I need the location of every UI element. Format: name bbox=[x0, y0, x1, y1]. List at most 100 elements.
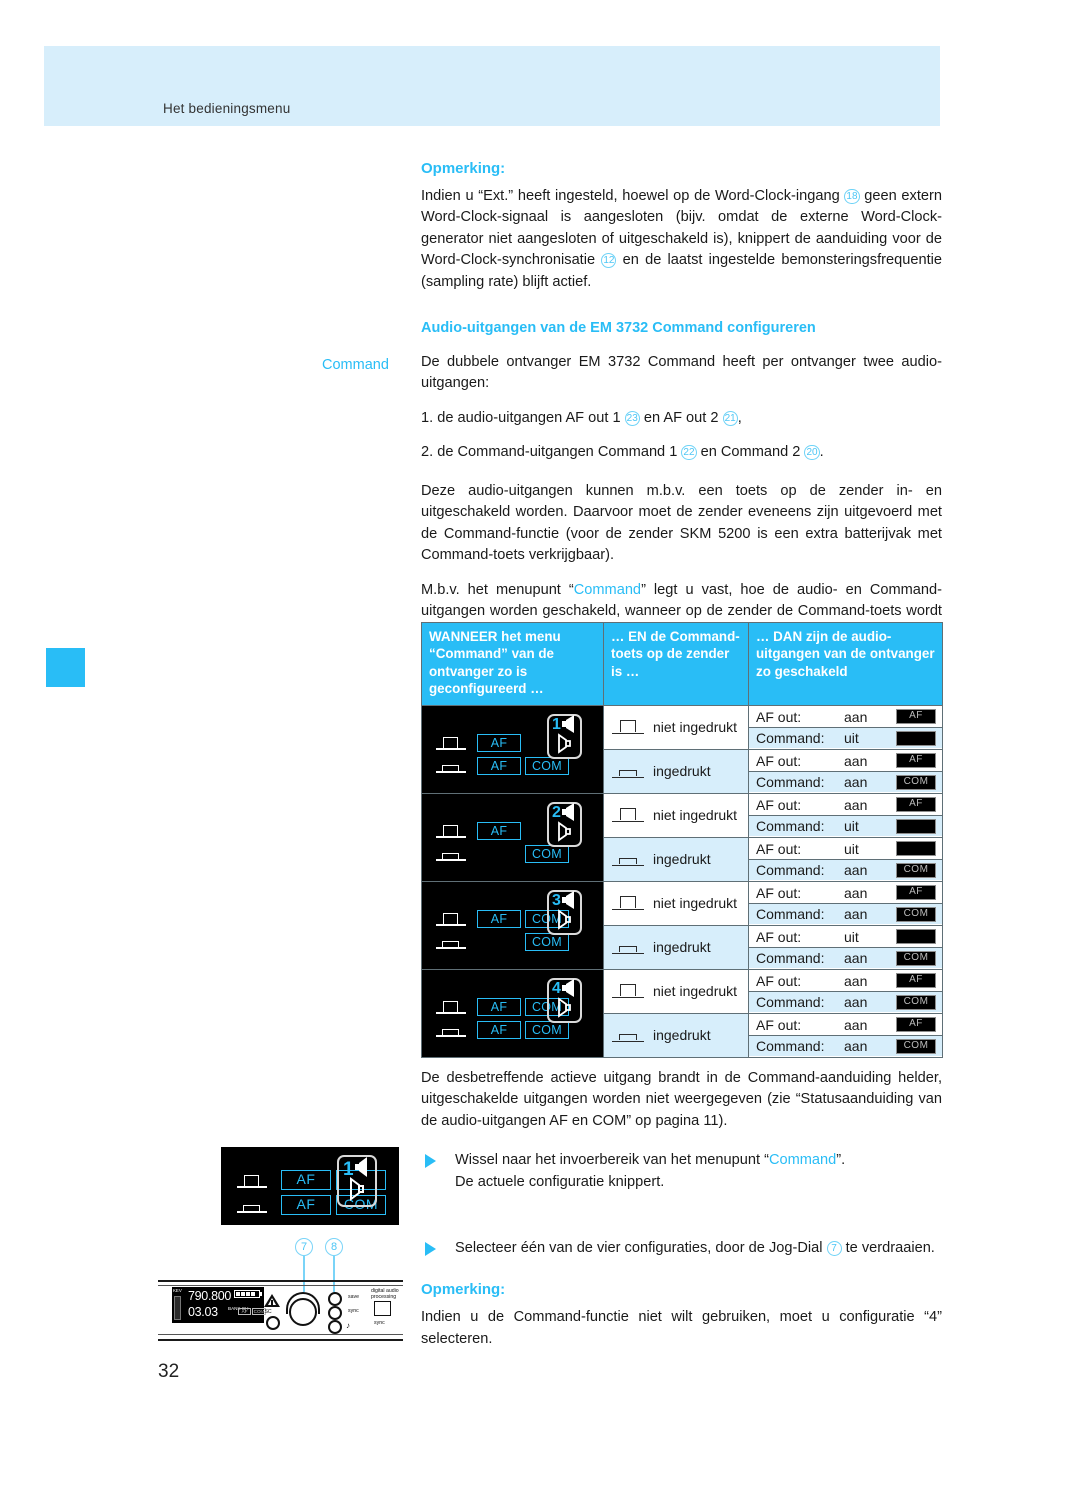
output-label: AF out: bbox=[756, 796, 802, 813]
note-block-2: Opmerking: Indien u de Command-functie n… bbox=[421, 1281, 942, 1350]
margin-label-command: Command bbox=[322, 357, 389, 373]
button-pressed-icon bbox=[612, 849, 646, 869]
button-released-icon bbox=[436, 734, 468, 752]
button-state-label: niet ingedrukt bbox=[653, 983, 738, 1000]
button-released-icon bbox=[612, 981, 646, 1001]
frequency-value: 790.800 bbox=[188, 1289, 232, 1303]
section-intro: De dubbele ontvanger EM 3732 Command hee… bbox=[421, 354, 942, 392]
headphone-icon: ♪ bbox=[346, 1321, 350, 1330]
numbered-item-1-c: , bbox=[737, 409, 742, 426]
output-label: AF out: bbox=[756, 840, 802, 857]
button-state-cell: niet ingedrukt bbox=[603, 704, 749, 750]
speaker-glyph bbox=[558, 715, 574, 754]
output-badge bbox=[896, 929, 936, 945]
button-state-cell: ingedrukt bbox=[603, 924, 749, 970]
speaker-config-icon: 1 bbox=[337, 1155, 387, 1215]
button-released-icon bbox=[612, 717, 646, 737]
lcd-box-top-1: AF bbox=[477, 997, 521, 1016]
arrow-bullet-icon bbox=[425, 1154, 436, 1169]
inline-highlight-command: Command bbox=[573, 581, 642, 598]
output-label: Command: bbox=[756, 774, 825, 791]
table-header-when: WANNEER het menu “Command” van de ontvan… bbox=[421, 622, 604, 706]
step-2-a: Selecteer één van de vier configuraties,… bbox=[455, 1240, 823, 1256]
step-item-1-line2: De actuele configuratie knippert. bbox=[455, 1173, 665, 1190]
output-label: AF out: bbox=[756, 708, 802, 725]
jog-dial-knob[interactable] bbox=[289, 1298, 317, 1326]
button-released-icon bbox=[436, 998, 468, 1016]
button-state-cell: ingedrukt bbox=[603, 748, 749, 794]
speaker-glyph bbox=[350, 1157, 367, 1201]
output-label: Command: bbox=[756, 994, 825, 1011]
save-button[interactable] bbox=[328, 1292, 342, 1306]
output-status-row: Command: uit bbox=[749, 727, 942, 749]
output-label: Command: bbox=[756, 950, 825, 967]
button-state-cell: niet ingedrukt bbox=[603, 792, 749, 838]
output-label: AF out: bbox=[756, 752, 802, 769]
lcd-config-illustration: AF AF COM 1 bbox=[422, 706, 603, 793]
numbered-item-1-a: 1. de audio-uitgangen AF out 1 bbox=[421, 409, 621, 426]
output-status-cell: AF out: aan AF Command: uit bbox=[748, 792, 943, 838]
esc-button[interactable] bbox=[266, 1316, 280, 1330]
table-row: AF AF COM 1 niet ingedrukt AF out: aan AF Comman… bbox=[421, 704, 943, 794]
output-label: AF out: bbox=[756, 1016, 802, 1033]
output-value: aan bbox=[844, 796, 868, 813]
panel-rail-top bbox=[158, 1280, 403, 1282]
config-lcd-cell: AF AF COM 1 bbox=[421, 704, 604, 794]
panel-rail-bottom bbox=[158, 1339, 403, 1341]
table-header-row: WANNEER het menu “Command” van de ontvan… bbox=[421, 622, 943, 706]
button-state: ingedrukt bbox=[604, 1014, 748, 1057]
panel-rail-bottom-thin bbox=[158, 1334, 403, 1335]
button-state-cell: ingedrukt bbox=[603, 836, 749, 882]
note-title: Opmerking: bbox=[421, 160, 506, 177]
numbered-item-1: 1. de audio-uitgangen AF out 1 23 en AF … bbox=[421, 408, 942, 429]
output-badge: COM bbox=[896, 906, 936, 922]
button-pressed-icon bbox=[436, 1021, 468, 1039]
button-released-icon bbox=[436, 822, 468, 840]
output-value: aan bbox=[844, 1038, 868, 1055]
speaker-glyph bbox=[558, 891, 574, 930]
output-status-row: Command: aan COM bbox=[749, 859, 942, 881]
lcd-box-bottom-1 bbox=[477, 845, 521, 863]
speaker-glyph bbox=[558, 803, 574, 842]
output-label: Command: bbox=[756, 818, 825, 835]
reference-marker-12: 12 bbox=[601, 253, 617, 269]
output-badge: COM bbox=[896, 994, 936, 1010]
output-status-cell: AF out: aan AF Command: aan COM bbox=[748, 748, 943, 794]
config-lcd-cell: AF COM COM 3 bbox=[421, 880, 604, 970]
lcd-config-illustration: AF COM 2 bbox=[422, 794, 603, 881]
output-label: AF out: bbox=[756, 884, 802, 901]
inline-highlight-command-2: Command bbox=[768, 1152, 837, 1169]
output-status-row: AF out: uit bbox=[749, 926, 942, 947]
margin-lcd-box-top-1: AF bbox=[281, 1170, 331, 1190]
output-status-row: Command: aan COM bbox=[749, 1035, 942, 1057]
output-status-row: Command: aan COM bbox=[749, 947, 942, 969]
output-badge: AF bbox=[896, 885, 936, 901]
output-badge: AF bbox=[896, 973, 936, 989]
output-status-row: Command: aan COM bbox=[749, 991, 942, 1013]
after-table-block: De desbetreffende actieve uitgang brandt… bbox=[421, 1068, 942, 1206]
note-block-1: Opmerking: Indien u “Ext.” heeft ingeste… bbox=[421, 160, 942, 306]
display-badge-af: AF bbox=[238, 1308, 251, 1315]
battery-icon bbox=[234, 1290, 260, 1298]
dap-button[interactable] bbox=[374, 1301, 391, 1316]
sync-button-1[interactable] bbox=[328, 1306, 342, 1320]
button-pressed-icon bbox=[612, 1025, 646, 1045]
table-header-and: … EN de Command-toets op de zender is … bbox=[603, 622, 749, 706]
button-released-icon bbox=[612, 805, 646, 825]
lcd-box-bottom-1: AF bbox=[477, 756, 521, 775]
section-paragraph-2: Deze audio-uitgangen kunnen m.b.v. een t… bbox=[421, 482, 942, 564]
output-label: Command: bbox=[756, 862, 825, 879]
lcd-config-illustration: AF COM COM 3 bbox=[422, 882, 603, 969]
signal-bar-icon bbox=[174, 1296, 181, 1320]
numbered-item-2-c: . bbox=[819, 444, 824, 461]
button-state-label: niet ingedrukt bbox=[653, 807, 738, 824]
section-heading: Audio-uitgangen van de EM 3732 Command c… bbox=[421, 320, 816, 336]
output-badge: COM bbox=[896, 862, 936, 878]
button-state: ingedrukt bbox=[604, 838, 748, 881]
output-value: aan bbox=[844, 972, 868, 989]
headphone-button[interactable] bbox=[328, 1320, 342, 1334]
button-state: niet ingedrukt bbox=[604, 882, 748, 925]
button-state-cell: niet ingedrukt bbox=[603, 880, 749, 926]
lcd-box-bottom-1: AF bbox=[477, 1020, 521, 1039]
output-status-row: AF out: aan AF bbox=[749, 706, 942, 727]
